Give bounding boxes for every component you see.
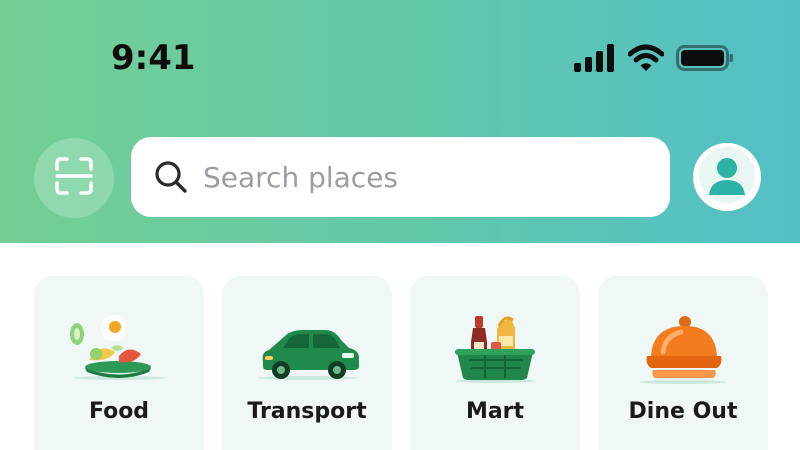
category-transport[interactable]: Transport [222, 276, 392, 450]
scan-button[interactable] [34, 138, 114, 218]
category-label-transport: Transport [247, 399, 367, 424]
category-food[interactable]: Food [34, 276, 204, 450]
app-screen: 9:41 Search places Food Transport Mart D… [0, 0, 800, 450]
cloche-icon [598, 312, 768, 388]
grocery-basket-icon [410, 312, 580, 388]
search-bar[interactable] [131, 137, 670, 217]
category-label-mart: Mart [465, 399, 525, 424]
status-time: 9:41 [111, 38, 196, 78]
food-icon [34, 312, 204, 388]
avatar[interactable] [693, 143, 761, 211]
category-grid: Food Transport Mart Dine Out [0, 243, 800, 450]
scan-icon [54, 156, 94, 201]
wifi-icon [627, 44, 665, 77]
battery-icon [676, 44, 734, 77]
search-input[interactable] [203, 160, 643, 194]
avatar-icon [693, 143, 761, 211]
status-icons [574, 43, 734, 77]
category-label-food: Food [88, 399, 150, 424]
header: 9:41 [0, 0, 800, 243]
category-dine-out[interactable]: Dine Out [598, 276, 768, 450]
cellular-signal-icon [574, 43, 616, 77]
car-icon [222, 312, 392, 388]
search-icon [153, 159, 189, 195]
category-label-dine-out: Dine Out [628, 399, 738, 424]
category-mart[interactable]: Mart [410, 276, 580, 450]
status-bar: 9:41 [0, 0, 800, 120]
